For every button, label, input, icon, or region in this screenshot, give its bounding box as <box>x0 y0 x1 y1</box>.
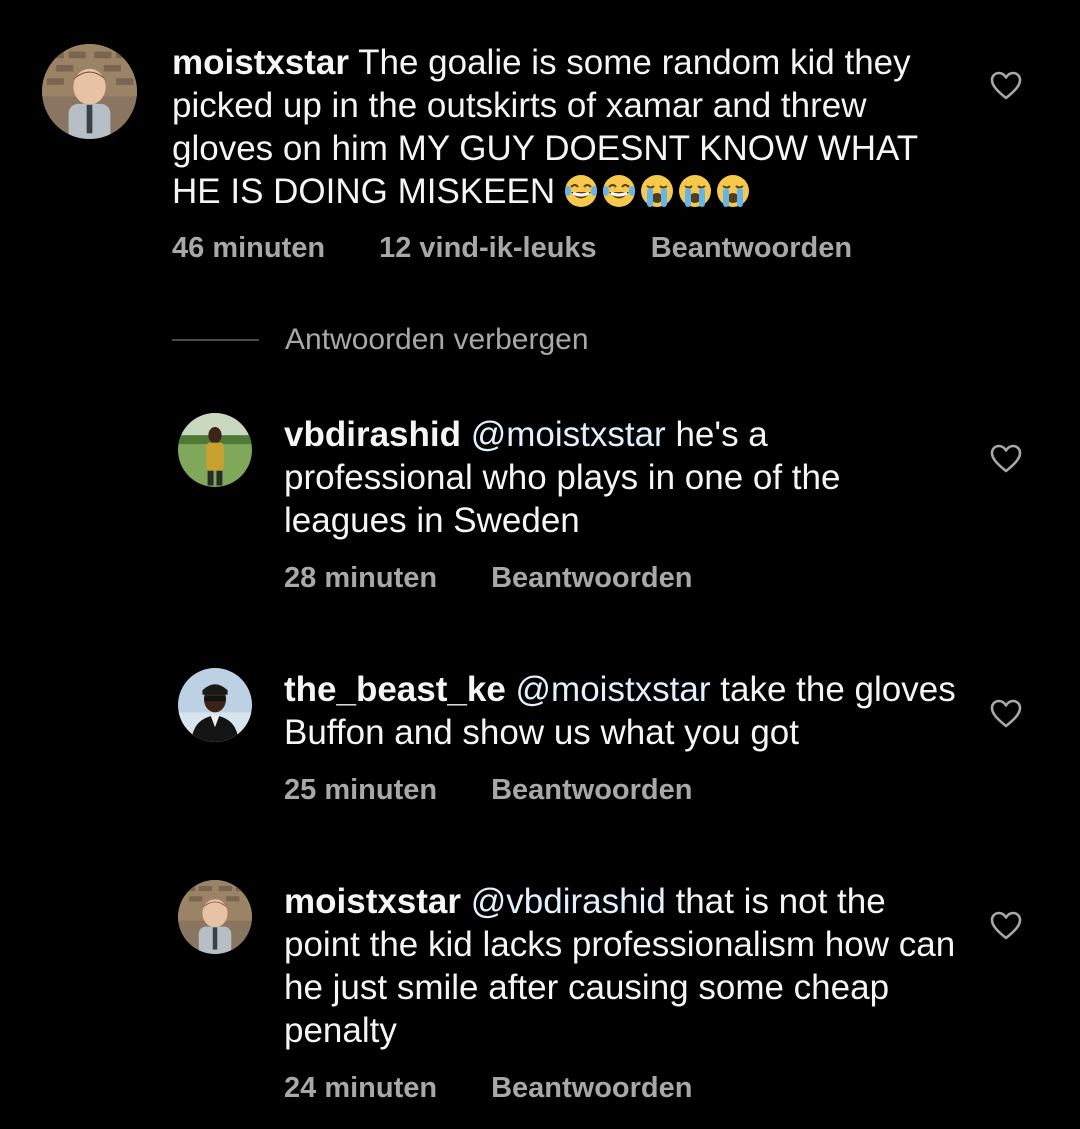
comment-username[interactable]: the_beast_ke <box>284 670 506 709</box>
comment-likes-count[interactable]: 12 vind-ik-leuks <box>379 232 597 264</box>
reply-button[interactable]: Beantwoorden <box>491 774 692 806</box>
comment-time: 25 minuten <box>284 774 438 806</box>
reply-button[interactable]: Beantwoorden <box>491 1072 692 1104</box>
avatar[interactable] <box>178 880 252 954</box>
heart-outline-icon[interactable] <box>990 699 1022 729</box>
hide-replies-label[interactable]: Antwoorden verbergen <box>285 323 589 357</box>
avatar[interactable] <box>178 668 252 742</box>
avatar[interactable] <box>42 44 137 139</box>
hide-replies-toggle[interactable]: Antwoorden verbergen <box>172 320 589 360</box>
joy-emoji-icon <box>603 175 636 207</box>
heart-outline-icon[interactable] <box>990 911 1022 941</box>
heart-outline-icon[interactable] <box>990 444 1022 474</box>
comment-username[interactable]: vbdirashid <box>284 415 461 454</box>
comment-time: 28 minuten <box>284 562 438 594</box>
emoji-group <box>563 173 753 209</box>
sob-emoji-icon <box>679 175 712 207</box>
comment-username[interactable]: moistxstar <box>284 882 461 921</box>
comment-meta: 24 minuten Beantwoorden <box>284 1071 747 1105</box>
comment-meta: 28 minuten Beantwoorden <box>284 561 747 595</box>
comment-time: 46 minuten <box>172 232 326 264</box>
joy-emoji-icon <box>565 175 598 207</box>
mention-link[interactable]: @moistxstar <box>471 415 666 454</box>
mention-link[interactable]: @moistxstar <box>516 670 711 709</box>
heart-outline-icon[interactable] <box>990 71 1022 101</box>
reply-button[interactable]: Beantwoorden <box>651 232 852 264</box>
sob-emoji-icon <box>717 175 750 207</box>
comment-meta: 46 minuten 12 vind-ik-leuks Beantwoorden <box>172 231 906 265</box>
comment-time: 24 minuten <box>284 1072 438 1104</box>
mention-link[interactable]: @vbdirashid <box>471 882 666 921</box>
reply-button[interactable]: Beantwoorden <box>491 562 692 594</box>
avatar[interactable] <box>178 413 252 487</box>
sob-emoji-icon <box>641 175 674 207</box>
divider <box>172 339 259 341</box>
comment-username[interactable]: moistxstar <box>172 43 349 82</box>
comment-meta: 25 minuten Beantwoorden <box>284 773 747 807</box>
